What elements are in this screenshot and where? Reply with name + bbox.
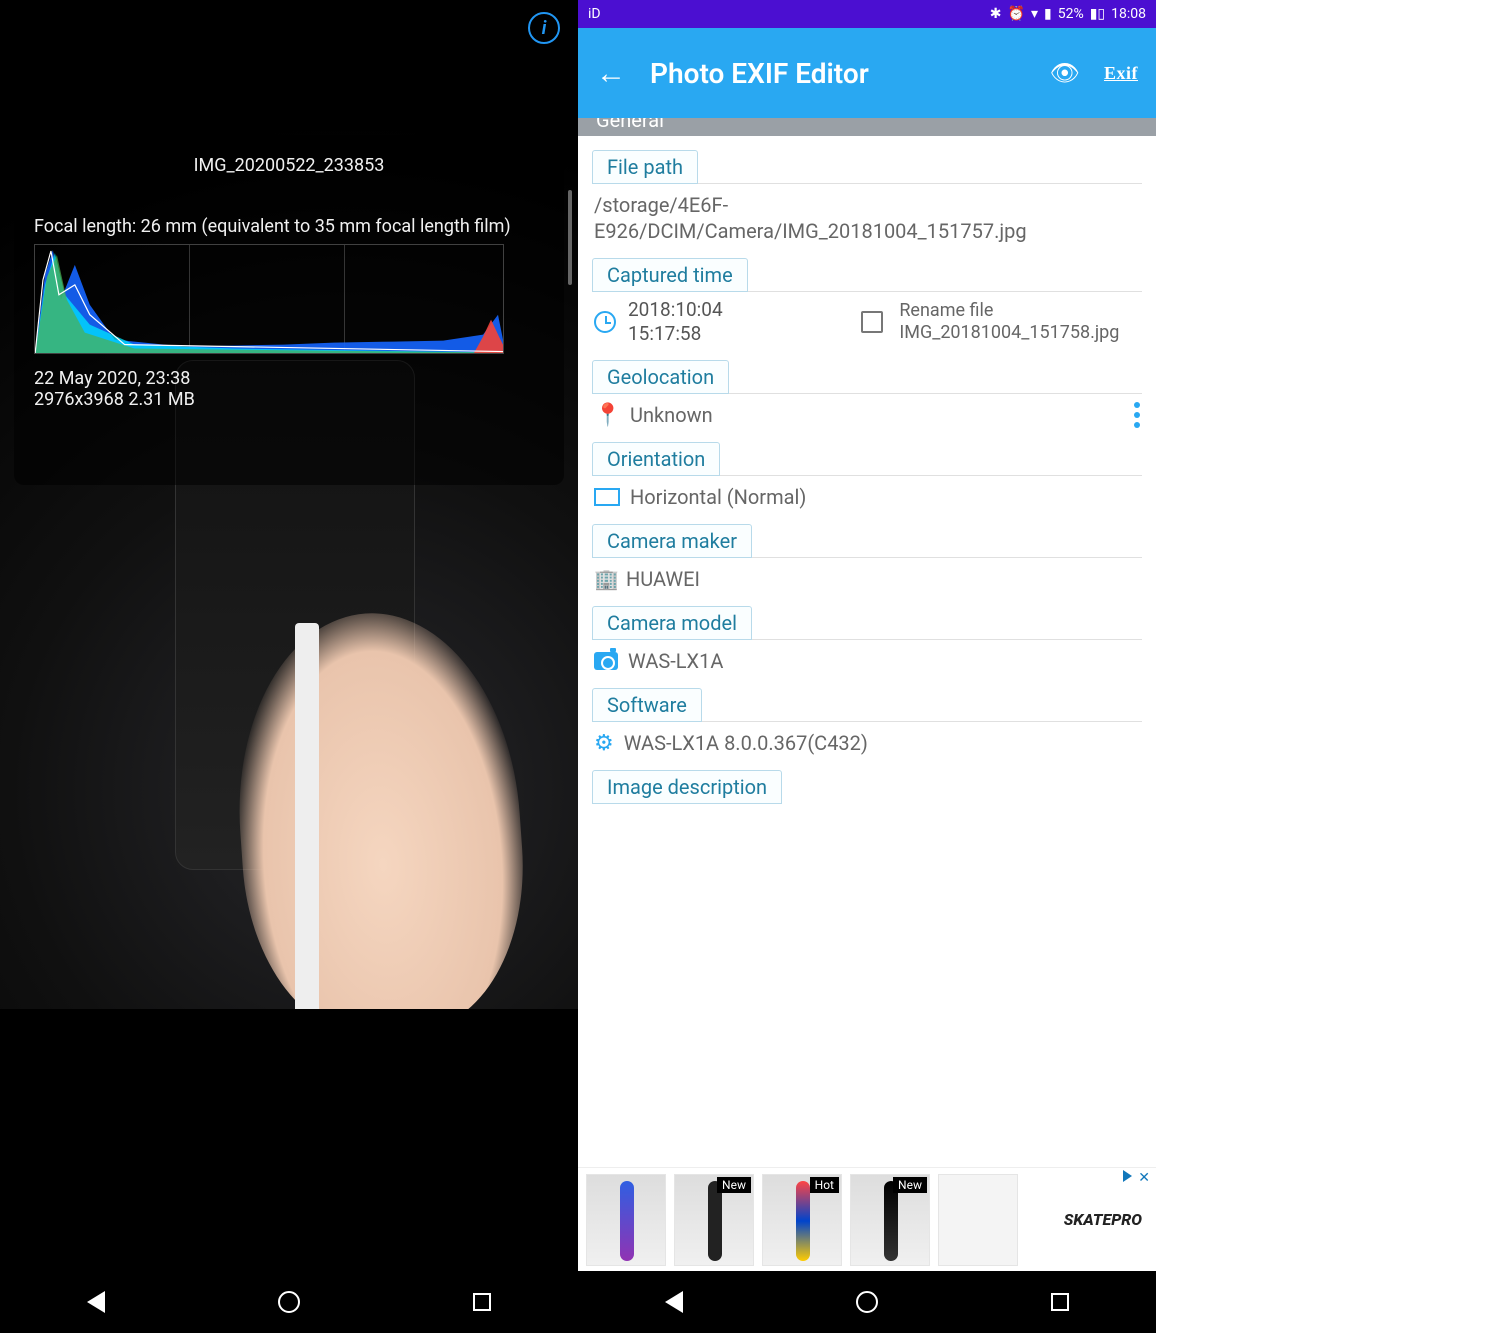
home-nav-icon[interactable]	[856, 1291, 878, 1313]
photo-info-panel: IMG_20200522_233853 Focal length: 26 mm …	[14, 135, 564, 485]
info-icon[interactable]: i	[528, 12, 560, 44]
dimensions-text: 2976x3968 2.31 MB	[34, 389, 544, 410]
recent-nav-icon[interactable]	[1051, 1293, 1069, 1311]
camera-maker-value: HUAWEI	[626, 566, 1140, 592]
status-bar: iD ✱ ⏰ ▾ ▮ 52% ▮▯ 18:08	[578, 0, 1156, 28]
ad-product-4[interactable]: New	[850, 1174, 930, 1266]
back-arrow-icon[interactable]: ←	[596, 56, 626, 91]
filename-label: IMG_20200522_233853	[34, 155, 544, 176]
home-nav-icon[interactable]	[278, 1291, 300, 1313]
wifi-icon: ▾	[1031, 6, 1038, 22]
usb-cable-shape	[295, 623, 319, 1023]
ad-product-1[interactable]	[586, 1174, 666, 1266]
ad-brand-logo[interactable]: SKATEPRO	[1026, 1210, 1148, 1229]
recent-nav-icon[interactable]	[473, 1293, 491, 1311]
clock-icon	[594, 311, 616, 333]
alarm-icon: ⏰	[1008, 6, 1025, 22]
ad-product-3[interactable]: Hot	[762, 1174, 842, 1266]
field-captured-time: Captured time 2018:10:04 15:17:58 Rename…	[592, 258, 1142, 346]
battery-icon: ▮▯	[1090, 6, 1105, 22]
right-phone-screen: iD ✱ ⏰ ▾ ▮ 52% ▮▯ 18:08 ← Photo EXIF Edi…	[578, 0, 1156, 1333]
left-phone-screen: i IMG_20200522_233853 Focal length: 26 m…	[0, 0, 578, 1333]
capture-date-text: 22 May 2020, 23:38	[34, 368, 544, 389]
software-value: WAS-LX1A 8.0.0.367(C432)	[624, 730, 1140, 756]
orientation-value: Horizontal (Normal)	[630, 484, 1140, 510]
camera-icon	[594, 652, 618, 670]
image-description-label: Image description	[592, 770, 782, 804]
field-image-description[interactable]: Image description	[592, 770, 1142, 804]
file-path-value: /storage/4E6F-E926/DCIM/Camera/IMG_20181…	[594, 192, 1140, 244]
ad-banner[interactable]: ✕ New Hot New SKATEPRO	[578, 1167, 1156, 1271]
app-bar: ← Photo EXIF Editor 👁 Exif	[578, 28, 1156, 118]
back-nav-icon[interactable]	[665, 1291, 683, 1313]
geolocation-value: Unknown	[630, 402, 1124, 428]
scroll-indicator[interactable]	[568, 190, 572, 285]
rename-file-checkbox[interactable]	[861, 311, 883, 333]
bottom-black-bar	[0, 1009, 578, 1219]
camera-maker-label: Camera maker	[592, 524, 752, 558]
android-navbar	[0, 1271, 578, 1333]
captured-time-label: Captured time	[592, 258, 748, 292]
android-navbar-right	[578, 1271, 1156, 1333]
orientation-icon	[594, 488, 620, 506]
carrier-label: iD	[588, 6, 601, 22]
eye-icon[interactable]: 👁	[1050, 59, 1080, 87]
software-label: Software	[592, 688, 702, 722]
field-geolocation[interactable]: Geolocation 📍 Unknown	[592, 360, 1142, 428]
ad-info-icons[interactable]: ✕	[1123, 1170, 1150, 1186]
signal-icon: ▮	[1044, 6, 1052, 22]
field-orientation[interactable]: Orientation Horizontal (Normal)	[592, 442, 1142, 510]
camera-model-value: WAS-LX1A	[628, 648, 1140, 674]
field-camera-maker[interactable]: Camera maker 🏢 HUAWEI	[592, 524, 1142, 592]
captured-date: 2018:10:04	[628, 298, 723, 322]
building-icon: 🏢	[594, 567, 616, 591]
field-software[interactable]: Software ⚙ WAS-LX1A 8.0.0.367(C432)	[592, 688, 1142, 756]
battery-pct: 52%	[1058, 6, 1084, 22]
histogram	[34, 244, 504, 354]
geolocation-label: Geolocation	[592, 360, 729, 394]
field-camera-model[interactable]: Camera model WAS-LX1A	[592, 606, 1142, 674]
pin-icon: 📍	[594, 403, 620, 428]
gear-icon: ⚙	[594, 731, 614, 756]
captured-time-value: 15:17:58	[628, 322, 723, 346]
camera-model-label: Camera model	[592, 606, 752, 640]
app-title: Photo EXIF Editor	[650, 57, 1026, 90]
captured-time-button[interactable]: 2018:10:04 15:17:58	[594, 298, 847, 346]
orientation-label: Orientation	[592, 442, 720, 476]
rename-file-label: Rename file	[899, 300, 1119, 322]
clock-text: 18:08	[1111, 6, 1146, 22]
bluetooth-icon: ✱	[990, 6, 1002, 22]
status-icons: ✱ ⏰ ▾ ▮ 52% ▮▯ 18:08	[990, 6, 1146, 22]
back-nav-icon[interactable]	[87, 1291, 105, 1313]
file-path-label: File path	[592, 150, 698, 184]
ad-product-2[interactable]: New	[674, 1174, 754, 1266]
field-file-path[interactable]: File path /storage/4E6F-E926/DCIM/Camera…	[592, 150, 1142, 244]
exif-button[interactable]: Exif	[1104, 63, 1138, 84]
rename-file-value: IMG_20181004_151758.jpg	[899, 322, 1119, 344]
general-section-header: General	[578, 118, 1156, 136]
focal-length-text: Focal length: 26 mm (equivalent to 35 mm…	[34, 216, 544, 238]
geolocation-menu-icon[interactable]	[1134, 402, 1140, 428]
ad-product-5[interactable]	[938, 1174, 1018, 1266]
